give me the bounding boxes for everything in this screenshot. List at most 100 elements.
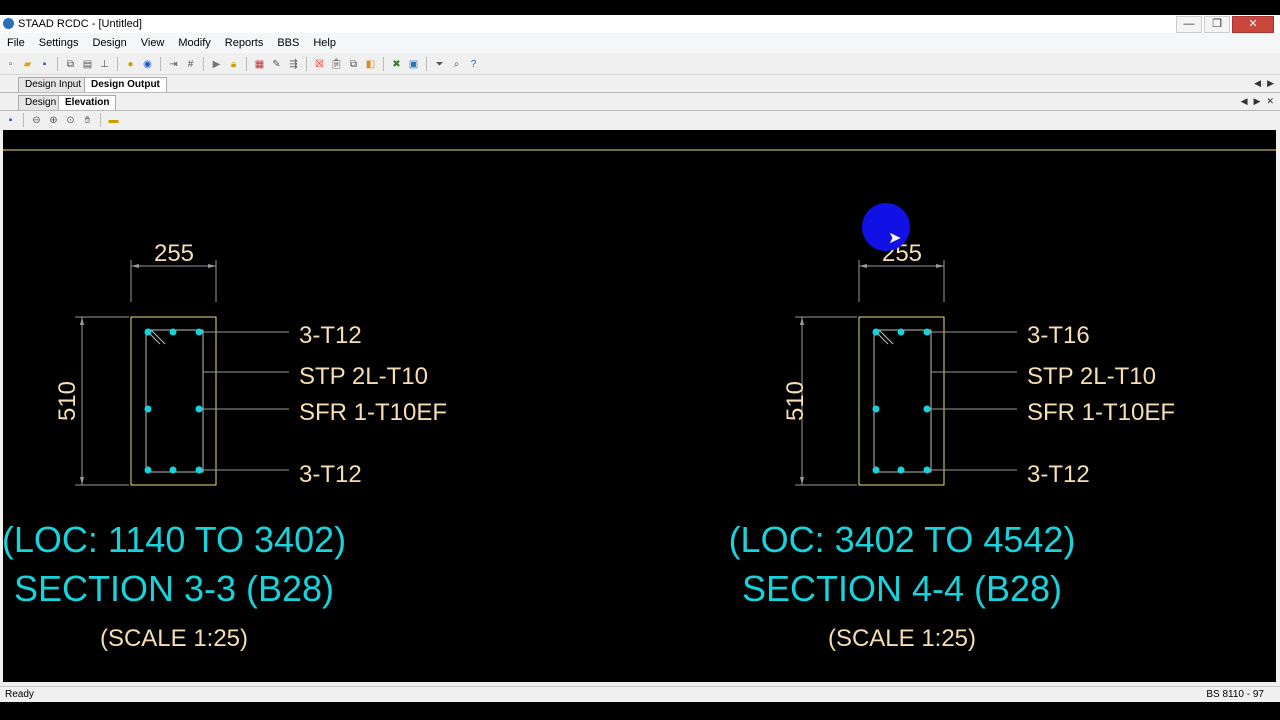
- tab-design-output[interactable]: Design Output: [84, 77, 167, 92]
- section-4-4: 255 510 3-T16 STP 2L-T10 SFR 1-T10EF 3-T…: [729, 240, 1175, 652]
- grid-icon[interactable]: #: [183, 57, 198, 72]
- edit-icon[interactable]: ✎: [269, 57, 284, 72]
- copy-icon[interactable]: ⧉: [346, 57, 361, 72]
- cursor-highlight: [862, 203, 910, 251]
- drawing-toolbar: ▪ ⊖ ⊕ ⊙ ✋︎ ▬: [0, 111, 1280, 129]
- new-file-icon[interactable]: ▫: [3, 57, 18, 72]
- title-bar: STAAD RCDC - [Untitled] — ❐ ✕: [0, 15, 1280, 33]
- zoom-out-icon[interactable]: ⊖: [29, 113, 44, 128]
- clipboard-icon[interactable]: 📋︎: [329, 57, 344, 72]
- drawing-canvas[interactable]: 255 510 3-T12 STP 2L-T10 SFR 1-T10EF 3-T…: [3, 130, 1276, 682]
- rebar-dot: [872, 328, 880, 336]
- design-icon[interactable]: ●: [123, 57, 138, 72]
- scroll-left-icon[interactable]: ◀: [1241, 96, 1248, 107]
- letterbox-top: [0, 0, 1280, 15]
- dim-arrow: [800, 317, 804, 325]
- check-icon[interactable]: ☒: [312, 57, 327, 72]
- top-bars-label: 3-T12: [299, 322, 362, 349]
- menu-bbs[interactable]: BBS: [270, 37, 306, 49]
- scroll-left-icon[interactable]: ◀: [1254, 78, 1261, 89]
- rebar-dot: [195, 328, 203, 336]
- tab-elevation[interactable]: Elevation: [58, 95, 117, 110]
- tab-scroll-arrows: ◀ ▶: [1254, 78, 1274, 89]
- dim-arrow: [208, 264, 216, 268]
- depth-dimension: 510: [54, 381, 81, 421]
- save-icon[interactable]: ▪: [37, 57, 52, 72]
- side-face-label: SFR 1-T10EF: [299, 399, 447, 426]
- filter-icon[interactable]: ⏷: [432, 57, 447, 72]
- side-face-label: SFR 1-T10EF: [1027, 399, 1175, 426]
- toolbar-separator: [160, 57, 161, 71]
- import-icon[interactable]: ⧉: [63, 57, 78, 72]
- close-button[interactable]: ✕: [1232, 16, 1274, 33]
- layers-icon[interactable]: ◧: [363, 57, 378, 72]
- scale-label: (SCALE 1:25): [100, 625, 248, 652]
- scale-label: (SCALE 1:25): [828, 625, 976, 652]
- menu-help[interactable]: Help: [306, 37, 343, 49]
- rebar-dot: [169, 466, 177, 474]
- toolbar-separator: [383, 57, 384, 71]
- table-icon[interactable]: ▤: [80, 57, 95, 72]
- lock-icon[interactable]: 🔒︎: [226, 57, 241, 72]
- tools-icon[interactable]: ✖: [389, 57, 404, 72]
- menu-reports[interactable]: Reports: [218, 37, 271, 49]
- structure-icon[interactable]: ⊥: [97, 57, 112, 72]
- minimize-button[interactable]: —: [1176, 16, 1202, 33]
- measure-icon[interactable]: ▬: [106, 113, 121, 128]
- window-controls: — ❐ ✕: [1176, 16, 1274, 33]
- rebar-dot: [923, 466, 931, 474]
- dim-arrow: [800, 477, 804, 485]
- subtab-scroll-arrows: ◀ ▶ ✕: [1241, 96, 1274, 107]
- report-icon[interactable]: ▦: [252, 57, 267, 72]
- bottom-bars-label: 3-T12: [1027, 461, 1090, 488]
- zoom-fit-icon[interactable]: ⊙: [63, 113, 78, 128]
- toolbar-separator: [100, 113, 101, 127]
- window-title: STAAD RCDC - [Untitled]: [18, 18, 142, 30]
- bottom-bars-label: 3-T12: [299, 461, 362, 488]
- menu-design[interactable]: Design: [85, 37, 133, 49]
- toolbar-separator: [426, 57, 427, 71]
- menu-file[interactable]: File: [0, 37, 32, 49]
- letterbox-bottom: [0, 702, 1280, 720]
- menu-modify[interactable]: Modify: [171, 37, 217, 49]
- rebar-dot: [872, 405, 880, 413]
- app-window: STAAD RCDC - [Untitled] — ❐ ✕ File Setti…: [0, 0, 1280, 720]
- scroll-right-icon[interactable]: ▶: [1254, 96, 1261, 107]
- menu-settings[interactable]: Settings: [32, 37, 86, 49]
- dim-arrow: [936, 264, 944, 268]
- rebar-dot: [144, 466, 152, 474]
- view-icon[interactable]: ▣: [406, 57, 421, 72]
- tab-design[interactable]: Design: [18, 95, 64, 110]
- stirrup-label: STP 2L-T10: [299, 363, 428, 390]
- rebar-dot: [195, 405, 203, 413]
- dim-arrow: [80, 477, 84, 485]
- location-label: (LOC: 1140 TO 3402): [3, 519, 346, 560]
- pan-hand-icon[interactable]: ✋︎: [80, 113, 95, 128]
- rebar-dot: [923, 328, 931, 336]
- align-icon[interactable]: ⇥: [166, 57, 181, 72]
- play-icon[interactable]: ▶: [209, 57, 224, 72]
- depth-dimension: 510: [782, 381, 809, 421]
- close-icon[interactable]: ✕: [1266, 96, 1274, 107]
- toolbar-separator: [246, 57, 247, 71]
- rebar-dot: [897, 466, 905, 474]
- zoom-in-icon[interactable]: ⊕: [46, 113, 61, 128]
- save-icon[interactable]: ▪: [3, 113, 18, 128]
- maximize-button[interactable]: ❐: [1204, 16, 1230, 33]
- sub-tab-strip: Design Elevation ◀ ▶ ✕: [0, 94, 1280, 111]
- stirrup-link: [145, 329, 204, 473]
- toolbar-separator: [117, 57, 118, 71]
- run-icon[interactable]: ◉: [140, 57, 155, 72]
- help-icon[interactable]: ?: [466, 57, 481, 72]
- search-icon[interactable]: ⌕: [449, 57, 464, 72]
- section-title: SECTION 4-4 (B28): [742, 568, 1062, 609]
- open-folder-icon[interactable]: ▰: [20, 57, 35, 72]
- width-dimension: 255: [154, 240, 194, 267]
- toolbar-separator: [23, 113, 24, 127]
- scroll-right-icon[interactable]: ▶: [1267, 78, 1274, 89]
- tab-design-input[interactable]: Design Input: [18, 77, 89, 92]
- menu-view[interactable]: View: [134, 37, 172, 49]
- export-icon[interactable]: ⇶: [286, 57, 301, 72]
- dim-arrow: [80, 317, 84, 325]
- status-text: Ready: [5, 689, 34, 700]
